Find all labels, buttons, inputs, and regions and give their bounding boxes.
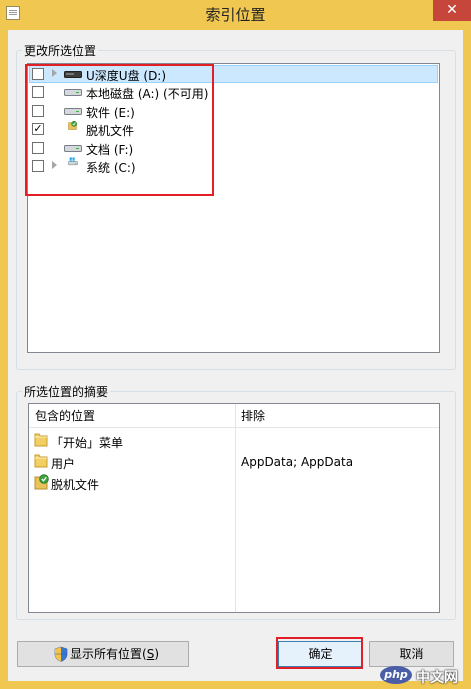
summary-list[interactable]: 包含的位置 排除 「开始」菜单 用户 AppData; AppData 脱机文件 [28, 403, 440, 613]
column-header-included[interactable]: 包含的位置 [29, 404, 235, 428]
location-item[interactable]: 文档 (F:) [28, 139, 439, 157]
column-divider [235, 404, 236, 612]
location-label: 文档 (F:) [86, 142, 134, 157]
offline-files-icon [34, 474, 49, 490]
location-label: 系统 (C:) [86, 161, 136, 175]
location-checkbox[interactable] [32, 160, 44, 172]
location-checkbox[interactable] [32, 68, 44, 80]
location-label: 软件 (E:) [86, 105, 135, 120]
dialog-client: 更改所选位置 U深度U盘 (D:) 本地磁盘 (A:) (不可用) 软件 (E:) ✓… [8, 30, 463, 681]
close-button[interactable]: ✕ [433, 0, 471, 21]
expand-arrow-icon[interactable] [52, 161, 57, 169]
window-title: 索引位置 [205, 6, 266, 24]
location-label: 本地磁盘 (A:) (不可用) [86, 87, 209, 102]
location-item[interactable]: U深度U盘 (D:) [28, 65, 439, 83]
location-item[interactable]: ✓ 脱机文件 [28, 120, 439, 138]
location-label: U深度U盘 (D:) [86, 69, 167, 83]
included-location: 脱机文件 [51, 478, 100, 492]
location-label: 脱机文件 [86, 124, 135, 139]
included-location: 用户 [51, 457, 76, 471]
location-item[interactable]: 系统 (C:) [28, 157, 439, 175]
included-location: 「开始」菜单 [51, 436, 124, 450]
cancel-button[interactable]: 取消 [369, 641, 454, 667]
show-all-locations-button[interactable]: 显示所有位置(S) [17, 641, 189, 667]
ok-button[interactable]: 确定 [278, 641, 363, 667]
location-checkbox[interactable] [32, 141, 44, 154]
location-item[interactable]: 软件 (E:) [28, 102, 439, 120]
folder-icon [34, 453, 48, 468]
location-tree[interactable]: U深度U盘 (D:) 本地磁盘 (A:) (不可用) 软件 (E:) ✓ 脱机文件文档 … [27, 63, 440, 353]
dialog-window: 索引位置 ✕ 更改所选位置 U深度U盘 (D:) 本地磁盘 (A:) (不可用) 软… [0, 0, 471, 689]
location-checkbox[interactable] [32, 104, 44, 117]
title-bar[interactable]: 索引位置 ✕ [0, 0, 471, 27]
change-locations-label: 更改所选位置 [22, 42, 99, 59]
column-header-exclude[interactable]: 排除 [235, 404, 439, 428]
location-checkbox[interactable] [32, 86, 44, 99]
expand-arrow-icon[interactable] [52, 69, 57, 77]
location-checkbox[interactable]: ✓ [32, 123, 44, 136]
folder-icon [34, 432, 48, 447]
excluded-folders: AppData; AppData [241, 455, 354, 469]
summary-label: 所选位置的摘要 [22, 383, 111, 400]
watermark-logo: php [380, 666, 412, 684]
location-item[interactable]: 本地磁盘 (A:) (不可用) [28, 83, 439, 101]
watermark-text: 中文网 [416, 670, 458, 686]
shield-icon [54, 646, 68, 662]
watermark: php 中文网 [380, 665, 468, 686]
show-all-locations-label: 显示所有位置(S) [70, 647, 159, 661]
